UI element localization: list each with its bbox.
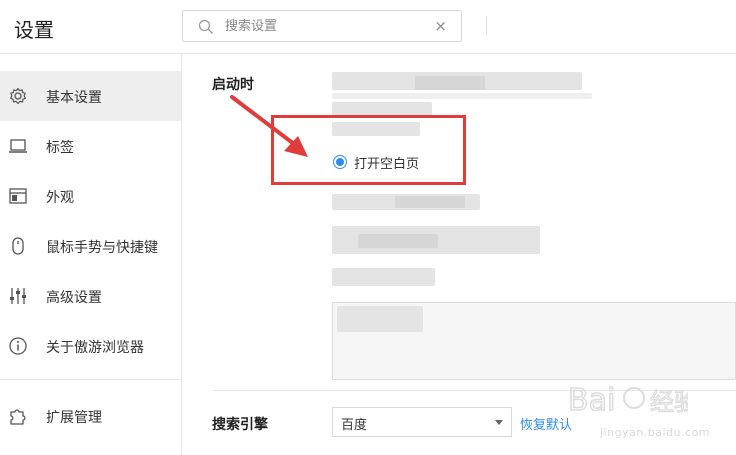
settings-content: 启动时 打开空白页 搜索引擎 百度 恢复默认 <box>183 54 736 455</box>
radio-selected-dot <box>336 158 344 166</box>
blurred-option <box>332 102 432 118</box>
sidebar-item-label: 鼠标手势与快捷键 <box>46 240 158 256</box>
sidebar: 基本设置 标签 外观 鼠标手势与快捷键 高级设置 关于傲游浏览器 扩展管理 <box>0 54 182 455</box>
sidebar-item-appearance[interactable]: 外观 <box>0 171 181 221</box>
sidebar-item-mouse-gestures[interactable]: 鼠标手势与快捷键 <box>0 221 181 271</box>
search-box[interactable]: × <box>182 10 462 42</box>
blurred-option <box>332 93 592 99</box>
laptop-icon <box>9 139 27 153</box>
sidebar-item-label: 外观 <box>46 190 74 206</box>
search-engine-select[interactable]: 百度 <box>332 407 512 437</box>
search-engine-selected: 百度 <box>341 418 368 433</box>
header-divider <box>486 16 487 34</box>
sidebar-item-label: 关于傲游浏览器 <box>46 340 144 356</box>
puzzle-icon <box>10 409 26 425</box>
startup-label: 启动时 <box>212 77 254 93</box>
sidebar-item-tabs[interactable]: 标签 <box>0 121 181 171</box>
blurred-option <box>337 306 423 332</box>
blurred-option <box>395 196 465 208</box>
window-icon <box>9 188 27 204</box>
sidebar-item-about[interactable]: 关于傲游浏览器 <box>0 321 181 371</box>
blurred-option <box>332 268 435 286</box>
radio-button[interactable] <box>333 155 347 169</box>
section-divider <box>213 390 736 391</box>
blurred-option <box>415 76 485 90</box>
startup-option-blank-page[interactable]: 打开空白页 <box>333 153 420 172</box>
header-bar: 设置 × <box>0 0 736 54</box>
mouse-icon <box>12 237 24 255</box>
info-icon <box>9 337 27 355</box>
sidebar-item-advanced[interactable]: 高级设置 <box>0 271 181 321</box>
search-icon <box>198 19 213 34</box>
page-title: 设置 <box>14 18 54 42</box>
sidebar-item-basic-settings[interactable]: 基本设置 <box>0 71 181 121</box>
restore-default-link[interactable]: 恢复默认 <box>520 414 572 433</box>
sidebar-item-label: 基本设置 <box>46 90 102 106</box>
chevron-down-icon <box>495 420 503 425</box>
search-input[interactable] <box>225 16 425 36</box>
sliders-icon <box>10 288 26 304</box>
search-engine-label: 搜索引擎 <box>212 417 268 433</box>
gear-icon <box>10 87 26 105</box>
sidebar-divider <box>0 379 181 380</box>
sidebar-item-label: 扩展管理 <box>46 410 102 426</box>
sidebar-item-label: 标签 <box>46 140 74 156</box>
sidebar-item-label: 高级设置 <box>46 290 102 306</box>
custom-pages-textarea[interactable] <box>332 302 736 380</box>
blurred-option <box>332 122 420 136</box>
clear-search-icon[interactable]: × <box>434 17 447 35</box>
annotation-arrow-icon <box>230 95 308 157</box>
blurred-option <box>358 234 438 248</box>
sidebar-item-extensions[interactable]: 扩展管理 <box>0 391 181 441</box>
radio-label: 打开空白页 <box>354 156 420 172</box>
